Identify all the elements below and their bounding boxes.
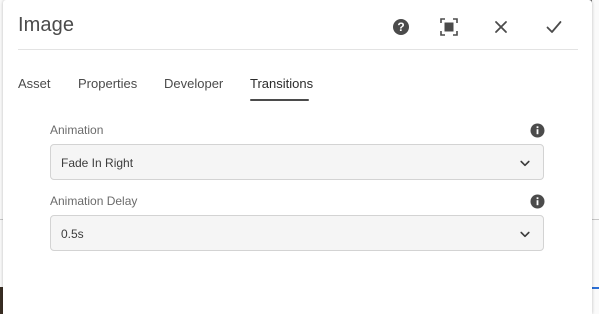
done-button[interactable]	[541, 14, 567, 40]
animation-delay-label: Animation Delay	[50, 194, 138, 208]
help-circle-icon: ?	[393, 19, 409, 35]
fullscreen-button[interactable]	[436, 14, 462, 40]
close-icon	[495, 21, 507, 33]
animation-select-value: Fade In Right	[61, 156, 134, 170]
help-button[interactable]: ?	[388, 14, 414, 40]
tab-asset[interactable]: Asset	[18, 76, 51, 100]
background-panel-right	[592, 0, 599, 314]
animation-delay-info-button[interactable]	[529, 193, 545, 209]
tab-developer[interactable]: Developer	[164, 76, 223, 100]
background-divider-right	[592, 219, 599, 220]
dialog-title: Image	[18, 14, 75, 36]
svg-text:?: ?	[397, 20, 404, 34]
info-icon	[530, 123, 544, 137]
animation-delay-select-value: 0.5s	[61, 227, 84, 241]
animation-select[interactable]: Fade In Right	[50, 144, 544, 180]
tab-properties[interactable]: Properties	[78, 76, 137, 100]
animation-label: Animation	[50, 123, 104, 137]
background-selection-line	[592, 287, 599, 289]
active-tab-indicator	[250, 99, 309, 101]
tab-transitions[interactable]: Transitions	[250, 76, 313, 100]
animation-delay-select[interactable]: 0.5s	[50, 215, 544, 251]
close-button[interactable]	[488, 14, 514, 40]
info-icon	[530, 194, 544, 208]
chevron-down-icon	[520, 229, 530, 239]
fullscreen-icon	[440, 18, 458, 36]
header-divider	[18, 49, 578, 50]
chevron-down-icon	[520, 158, 530, 168]
animation-info-button[interactable]	[529, 122, 545, 138]
checkmark-icon	[546, 21, 562, 33]
image-dialog: Image ? Asset Properties Developer Trans…	[3, 0, 592, 314]
